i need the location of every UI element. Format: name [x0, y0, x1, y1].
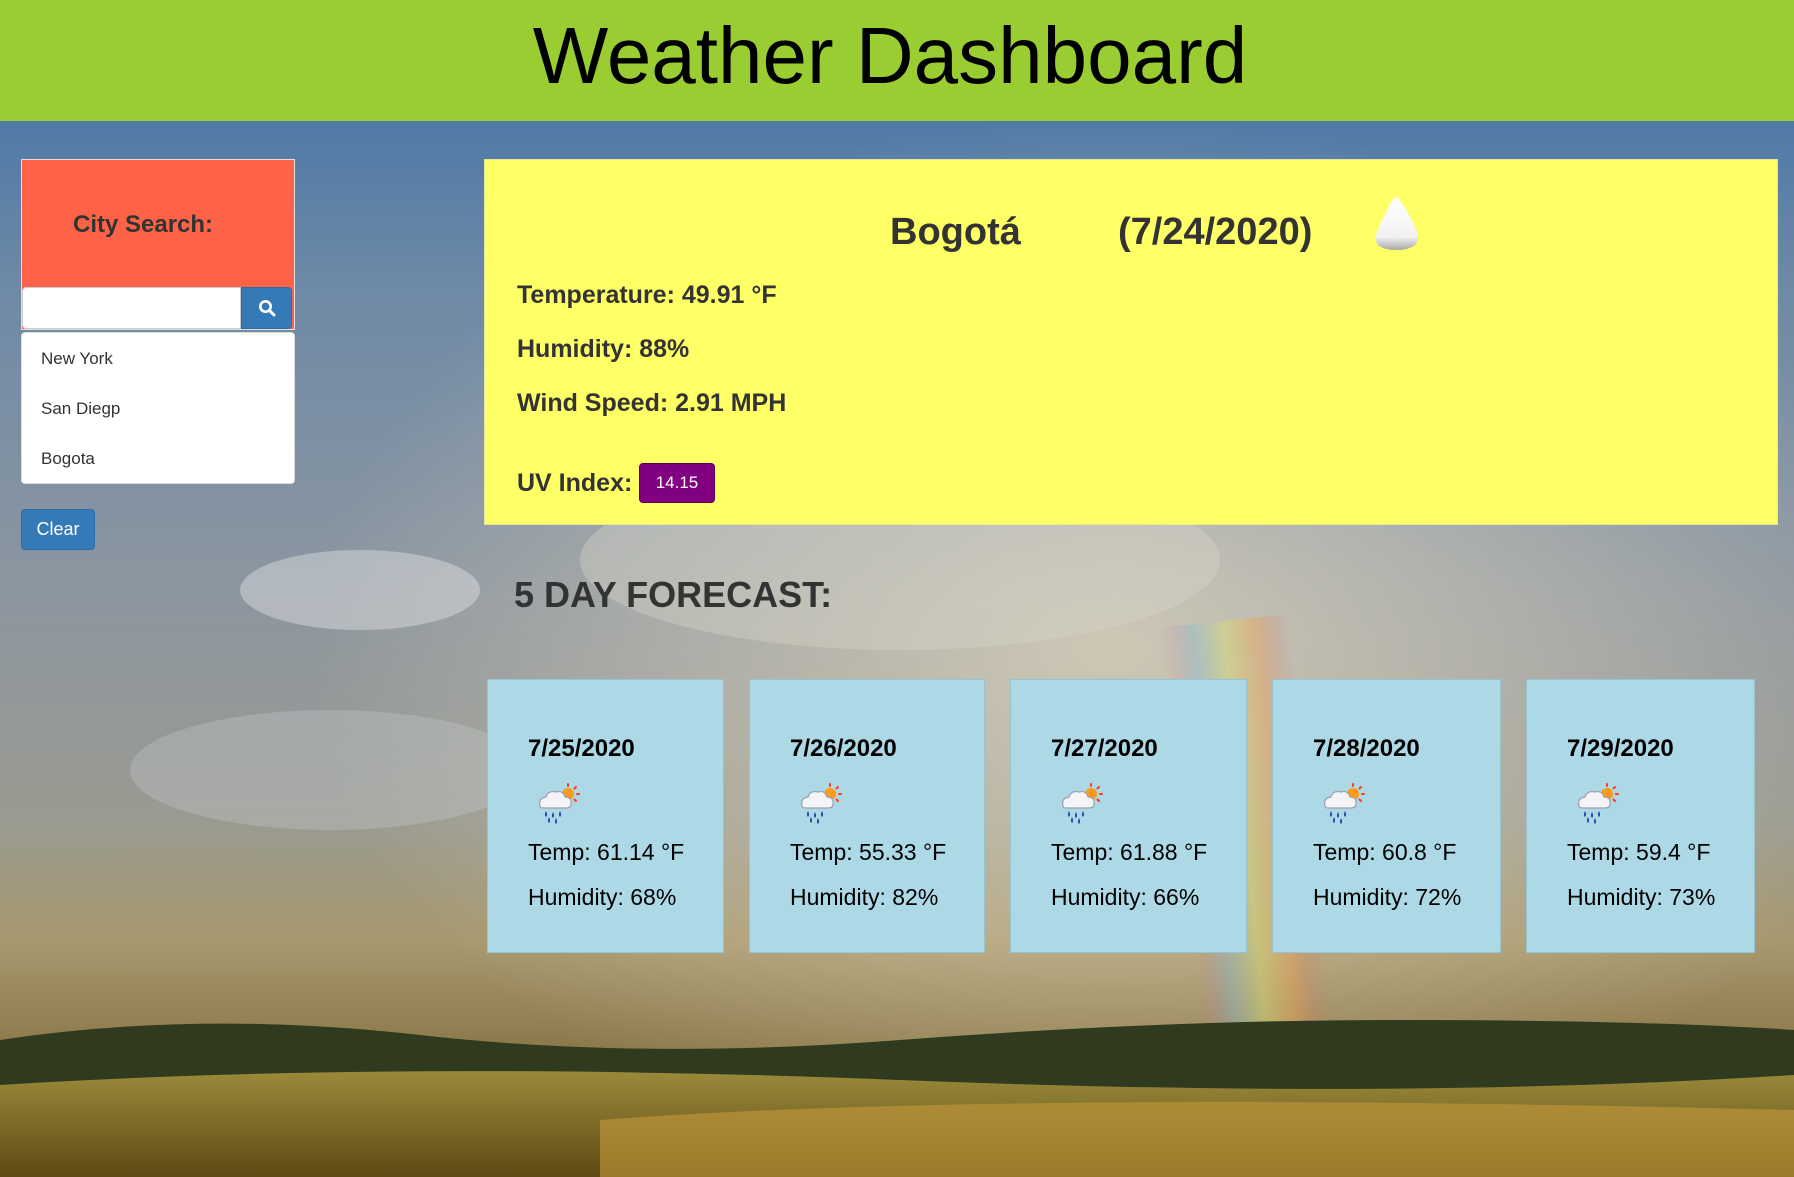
history-item-new-york[interactable]: New York [41, 349, 113, 369]
rain-sun-icon [800, 783, 842, 824]
rain-sun-icon [1323, 783, 1365, 824]
forecast-card: 7/29/2020 Temp: 59.4 °F Humidity: 73% [1526, 679, 1755, 953]
forecast-humidity: Humidity: 73% [1567, 884, 1716, 910]
forecast-humidity: Humidity: 72% [1313, 884, 1462, 910]
page-title: Weather Dashboard [532, 11, 1248, 100]
current-temperature: Temperature: 49.91 °F [517, 281, 777, 309]
rain-sun-icon [1061, 783, 1103, 824]
city-search-input[interactable] [22, 287, 241, 329]
current-city-name: Bogotá [890, 211, 1021, 253]
forecast-temp: Temp: 59.4 °F [1567, 839, 1711, 865]
forecast-temp: Temp: 61.88 °F [1051, 839, 1208, 865]
clear-button[interactable]: Clear [21, 509, 95, 550]
forecast-temp: Temp: 60.8 °F [1313, 839, 1457, 865]
forecast-card: 7/27/2020 Temp: 61.88 °F Humidity: 66% [1010, 679, 1247, 953]
history-item-san-diego[interactable]: San Diegp [41, 399, 120, 419]
forecast-humidity: Humidity: 82% [790, 884, 939, 910]
rain-sun-icon [538, 783, 580, 824]
current-date: (7/24/2020) [1118, 211, 1313, 253]
forecast-card: 7/26/2020 Temp: 55.33 °F Humidity: 82% [749, 679, 985, 953]
forecast-humidity: Humidity: 68% [528, 884, 677, 910]
forecast-temp: Temp: 55.33 °F [790, 839, 947, 865]
forecast-humidity: Humidity: 66% [1051, 884, 1200, 910]
search-history-list: New York San Diegp Bogota [21, 332, 295, 484]
forecast-date: 7/26/2020 [790, 735, 897, 762]
uv-index-label: UV Index: [517, 469, 633, 497]
forecast-card: 7/28/2020 Temp: 60.8 °F Humidity: 72% [1272, 679, 1501, 953]
uv-index-badge: 14.15 [639, 463, 715, 503]
city-search-label: City Search: [73, 211, 214, 238]
forecast-temp: Temp: 61.14 °F [528, 839, 685, 865]
search-button[interactable] [241, 287, 292, 329]
rain-sun-icon [1577, 783, 1619, 824]
forecast-date: 7/25/2020 [528, 735, 635, 762]
cloud-icon [1375, 197, 1418, 250]
forecast-title: 5 DAY FORECAST: [514, 574, 833, 615]
history-item-bogota[interactable]: Bogota [41, 449, 95, 469]
app-header: Weather Dashboard [0, 0, 1794, 121]
current-humidity: Humidity: 88% [517, 335, 690, 363]
current-weather-panel: Bogotá (7/24/2020) Temperature: 49.91 °F… [484, 159, 1778, 525]
forecast-card: 7/25/2020 Temp: 61.14 °F Humidity: 68% [487, 679, 724, 953]
search-icon [258, 300, 275, 317]
forecast-date: 7/27/2020 [1051, 735, 1158, 762]
current-wind-speed: Wind Speed: 2.91 MPH [517, 389, 787, 417]
forecast-date: 7/29/2020 [1567, 735, 1674, 762]
forecast-date: 7/28/2020 [1313, 735, 1420, 762]
